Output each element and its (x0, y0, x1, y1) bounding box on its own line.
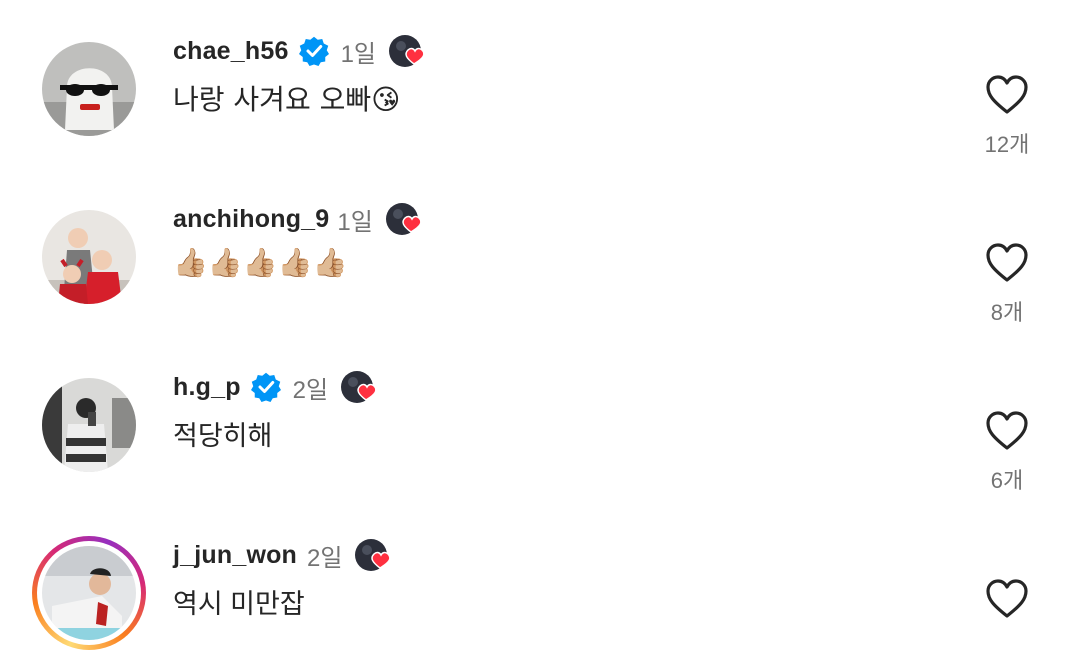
avatar[interactable] (42, 42, 136, 136)
creator-liked-heart-icon (388, 33, 428, 69)
creator-liked-heart-icon (354, 537, 394, 573)
like-count: 6개 (990, 468, 1024, 493)
timestamp: 1일 (340, 40, 377, 68)
heart-outline-icon[interactable] (985, 242, 1029, 284)
creator-liked-heart-icon (385, 201, 425, 237)
comment-text: 👍🏼👍🏼👍🏼👍🏼👍🏼 (173, 246, 348, 279)
username[interactable]: j_jun_won (173, 541, 297, 570)
username[interactable]: chae_h56 (173, 37, 289, 66)
heart-outline-icon[interactable] (985, 410, 1029, 452)
username[interactable]: anchihong_9 (173, 205, 329, 234)
timestamp: 2일 (292, 376, 329, 404)
comment-text: 적당히해 (173, 421, 273, 451)
comment-header: anchihong_9 1일 (173, 202, 425, 236)
avatar[interactable] (42, 546, 136, 640)
like-count: 8개 (990, 300, 1024, 325)
avatar[interactable] (42, 210, 136, 304)
comment-item: j_jun_won 2일 역시 미만잡 (0, 504, 1079, 672)
verified-badge-icon (250, 372, 281, 402)
username[interactable]: h.g_p (173, 373, 241, 402)
heart-outline-icon[interactable] (985, 74, 1029, 116)
comment-text: 역시 미만잡 (173, 589, 305, 619)
comment-text: 나랑 사겨요 오빠😘 (173, 83, 401, 116)
timestamp: 1일 (337, 208, 373, 236)
creator-liked-heart-icon (340, 369, 380, 405)
comment-header: h.g_p 2일 (173, 370, 380, 404)
timestamp: 2일 (307, 544, 343, 572)
comment-header: j_jun_won 2일 (173, 538, 394, 572)
heart-outline-icon[interactable] (985, 578, 1029, 620)
comment-item: chae_h56 1일 나랑 사겨요 오빠😘 12개 (0, 0, 1079, 168)
avatar[interactable] (42, 378, 136, 472)
comment-header: chae_h56 1일 (173, 34, 428, 68)
like-count: 12개 (984, 132, 1030, 157)
comment-item: anchihong_9 1일 👍🏼👍🏼👍🏼👍🏼👍🏼 8개 (0, 168, 1079, 336)
comment-item: h.g_p 2일 적당히해 6개 (0, 336, 1079, 504)
verified-badge-icon (298, 36, 329, 66)
story-ring[interactable] (32, 536, 146, 650)
